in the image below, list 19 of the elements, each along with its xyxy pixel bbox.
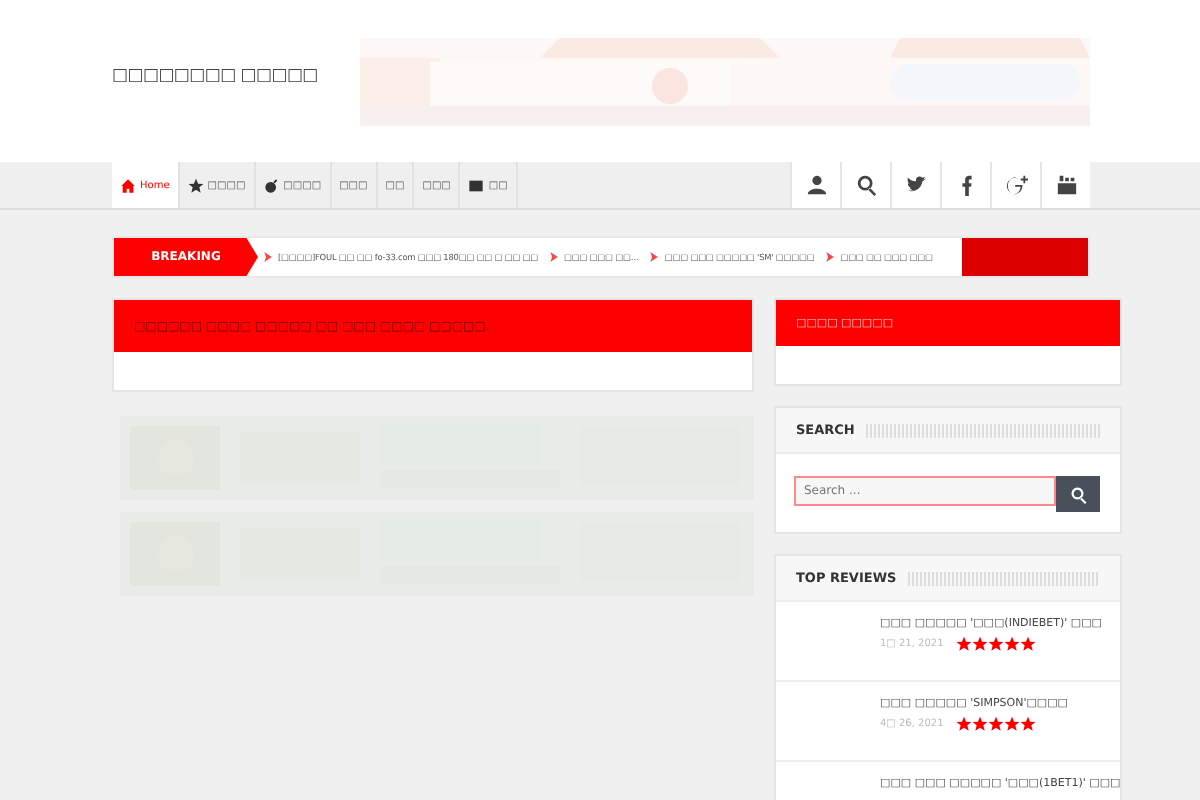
home-icon bbox=[120, 177, 136, 193]
twitter-icon bbox=[905, 174, 927, 196]
chevron-icon bbox=[826, 252, 835, 262]
facebook-button[interactable] bbox=[940, 162, 990, 208]
search-icon bbox=[855, 174, 877, 196]
chevron-icon bbox=[650, 252, 659, 262]
site-title[interactable]: □□□□□□□□ □□□□□ bbox=[112, 65, 318, 85]
search-icon bbox=[1069, 485, 1088, 503]
star-icon bbox=[187, 177, 204, 193]
user-icon bbox=[805, 174, 827, 196]
chevron-icon bbox=[264, 252, 272, 262]
chevron-icon bbox=[550, 252, 558, 262]
bomb-icon bbox=[263, 177, 280, 193]
twitter-button[interactable] bbox=[890, 162, 940, 208]
user-button[interactable] bbox=[790, 162, 840, 208]
youtube-button[interactable] bbox=[1040, 162, 1090, 208]
search-button[interactable] bbox=[840, 162, 890, 208]
google-plus-icon bbox=[1005, 174, 1027, 196]
search-button[interactable] bbox=[1056, 476, 1101, 512]
